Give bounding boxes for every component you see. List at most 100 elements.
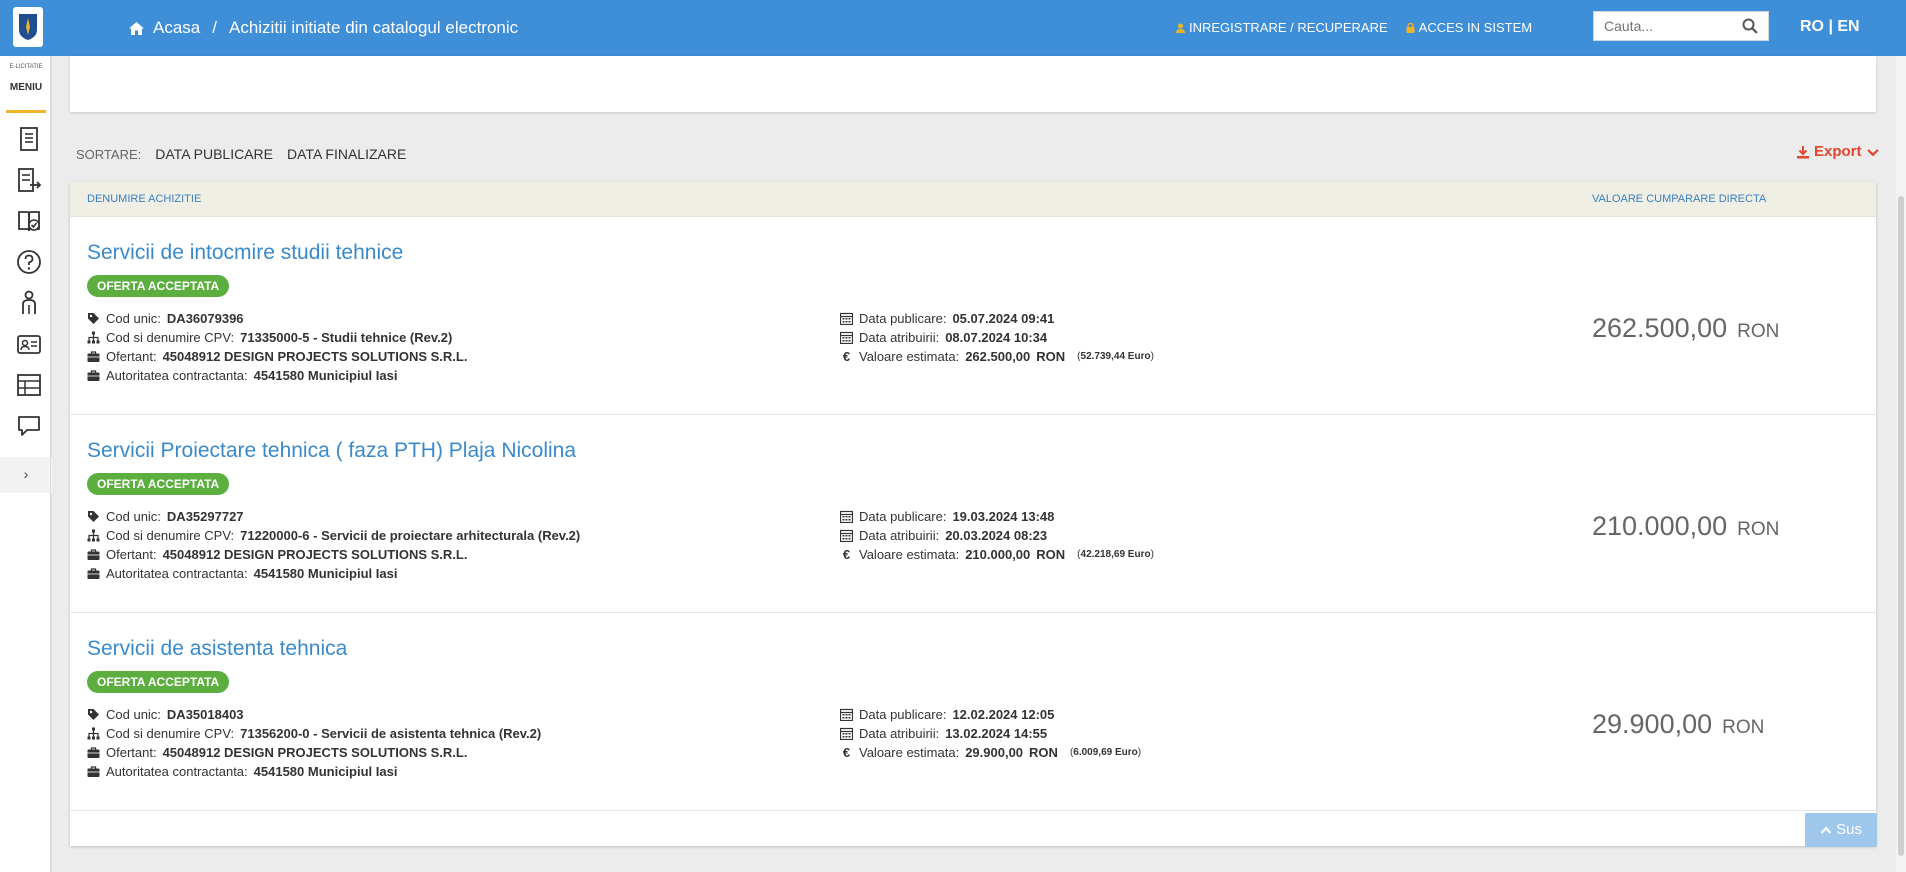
column-header-denumire[interactable]: DENUMIRE ACHIZITIE (87, 193, 201, 205)
euro-equivalent: (42.218,69 Euro) (1077, 549, 1154, 560)
estimata-currency: RON (1029, 745, 1058, 760)
atribuire-value: 13.02.2024 14:55 (945, 726, 1048, 741)
breadcrumb-current: Achizitii initiate din catalogul electro… (228, 18, 519, 37)
publicare-line: Data publicare: 12.02.2024 12:05 (840, 707, 1054, 722)
sitemap-icon (87, 331, 100, 344)
document-export-icon[interactable] (16, 167, 42, 193)
sidebar-small-title: E-LICITATIE (9, 64, 43, 70)
table-grid-icon[interactable] (16, 372, 42, 398)
price-currency: RON (1722, 717, 1765, 738)
menu-label[interactable]: MENIU (0, 82, 52, 93)
estimata-line: € Valoare estimata: 210.000,00 RON (42.218,6… (840, 547, 1154, 562)
price-value: 29.900,00 RON (1592, 709, 1765, 739)
autoritate-value: 4541580 Municipiul Iasi (253, 566, 398, 581)
briefcase-icon (87, 568, 100, 579)
tag-icon (88, 313, 99, 324)
cod-unic-line: Cod unic: DA36079396 (87, 311, 244, 326)
menu-underline (6, 110, 46, 113)
login-link[interactable]: ACCES IN SISTEM (1406, 20, 1532, 35)
id-card-icon[interactable] (16, 331, 42, 357)
briefcase-icon (87, 370, 100, 381)
table-row: Servicii de asistenta tehnica OFERTA ACCE… (70, 613, 1876, 811)
chevron-up-icon (1820, 826, 1832, 834)
atribuire-line: Data atribuirii: 20.03.2024 08:23 (840, 528, 1047, 543)
chat-icon[interactable] (16, 413, 42, 439)
language-switcher[interactable]: RO | EN (1800, 18, 1860, 36)
export-button[interactable]: Export (1796, 143, 1880, 160)
briefcase-icon (87, 747, 100, 758)
cod-unic-line: Cod unic: DA35018403 (87, 707, 244, 722)
calendar-icon (840, 727, 853, 740)
download-icon (1797, 145, 1809, 158)
autoritate-line: Autoritatea contractanta: 4541580 Municip… (87, 764, 397, 779)
sitemap-icon (87, 529, 100, 542)
help-icon[interactable] (16, 249, 42, 275)
breadcrumb-separator: / (212, 18, 217, 37)
logo[interactable] (13, 7, 43, 47)
calendar-icon (840, 529, 853, 542)
export-label: Export (1814, 143, 1862, 160)
acquisition-title-link[interactable]: Servicii Proiectare tehnica ( faza PTH) … (87, 439, 576, 463)
scrollbar-thumb[interactable] (1898, 196, 1904, 856)
person-icon[interactable] (16, 290, 42, 316)
atribuire-value: 20.03.2024 08:23 (945, 528, 1048, 543)
acquisition-title-link[interactable]: Servicii de asistenta tehnica (87, 637, 347, 661)
ofertant-value: 45048912 DESIGN PROJECTS SOLUTIONS S.R.L… (162, 547, 468, 562)
euro-icon: € (842, 745, 851, 760)
scroll-to-top-button[interactable]: Sus (1805, 813, 1877, 847)
cpv-line: Cod si denumire CPV: 71356200-0 - Servici… (87, 726, 541, 741)
sidebar-expand-button[interactable]: › (0, 457, 52, 493)
status-badge: OFERTA ACCEPTATA (87, 671, 230, 693)
publicare-line: Data publicare: 19.03.2024 13:48 (840, 509, 1054, 524)
search-input[interactable] (1594, 12, 1734, 40)
publicare-value: 19.03.2024 13:48 (952, 509, 1055, 524)
calendar-icon (840, 312, 853, 325)
estimata-line: € Valoare estimata: 262.500,00 RON (52.739,4… (840, 349, 1154, 364)
estimata-value: 29.900,00 (965, 745, 1024, 760)
table-row: Servicii Proiectare tehnica ( faza PTH) … (70, 415, 1876, 613)
atribuire-value: 08.07.2024 10:34 (945, 330, 1048, 345)
document-list-icon[interactable] (16, 126, 42, 152)
ofertant-value: 45048912 DESIGN PROJECTS SOLUTIONS S.R.L… (162, 349, 468, 364)
register-link[interactable]: INREGISTRARE / RECUPERARE (1176, 20, 1388, 35)
cpv-value: 71220000-6 - Servicii de proiectare arhi… (240, 528, 581, 543)
ofertant-value: 45048912 DESIGN PROJECTS SOLUTIONS S.R.L… (162, 745, 468, 760)
column-header-valoare[interactable]: VALOARE CUMPARARE DIRECTA (1592, 193, 1766, 205)
home-icon[interactable] (128, 21, 145, 36)
price-currency: RON (1737, 321, 1780, 342)
autoritate-value: 4541580 Municipiul Iasi (253, 368, 398, 383)
acquisition-title-link[interactable]: Servicii de intocmire studii tehnice (87, 241, 403, 265)
price-currency: RON (1737, 519, 1780, 540)
breadcrumb-home-link[interactable]: Acasa (153, 18, 200, 38)
search-box (1593, 11, 1769, 41)
estimata-value: 262.500,00 (965, 349, 1031, 364)
user-icon (1176, 23, 1185, 33)
briefcase-icon (87, 549, 100, 560)
tag-icon (88, 511, 99, 522)
page-scrollbar[interactable] (1896, 56, 1906, 872)
search-icon[interactable] (1742, 18, 1758, 34)
top-bar: Acasa / Achizitii initiate din catalogul… (0, 0, 1906, 56)
sort-bar: SORTARE: DATA PUBLICARE DATA FINALIZARE (76, 146, 406, 162)
briefcase-icon (87, 766, 100, 777)
status-badge: OFERTA ACCEPTATA (87, 473, 230, 495)
sort-option-publicare[interactable]: DATA PUBLICARE (155, 146, 273, 162)
sort-label: SORTARE: (76, 147, 142, 162)
price-value: 262.500,00 RON (1592, 313, 1780, 343)
cpv-value: 71335000-5 - Studii tehnice (Rev.2) (240, 330, 453, 345)
publicare-line: Data publicare: 05.07.2024 09:41 (840, 311, 1054, 326)
estimata-line: € Valoare estimata: 29.900,00 RON (6.009,69 … (840, 745, 1141, 760)
book-check-icon[interactable] (16, 208, 42, 234)
calendar-icon (840, 708, 853, 721)
calendar-icon (840, 510, 853, 523)
filter-panel (70, 56, 1876, 112)
sort-option-finalizare[interactable]: DATA FINALIZARE (287, 146, 406, 162)
table-row: Servicii de intocmire studii tehnice OFER… (70, 217, 1876, 415)
cpv-value: 71356200-0 - Servicii de asistenta tehni… (240, 726, 542, 741)
publicare-value: 12.02.2024 12:05 (952, 707, 1055, 722)
ofertant-line: Ofertant: 45048912 DESIGN PROJECTS SOLUTI… (87, 547, 467, 562)
autoritate-value: 4541580 Municipiul Iasi (253, 764, 398, 779)
price-value: 210.000,00 RON (1592, 511, 1780, 541)
status-badge: OFERTA ACCEPTATA (87, 275, 230, 297)
euro-icon: € (842, 547, 851, 562)
